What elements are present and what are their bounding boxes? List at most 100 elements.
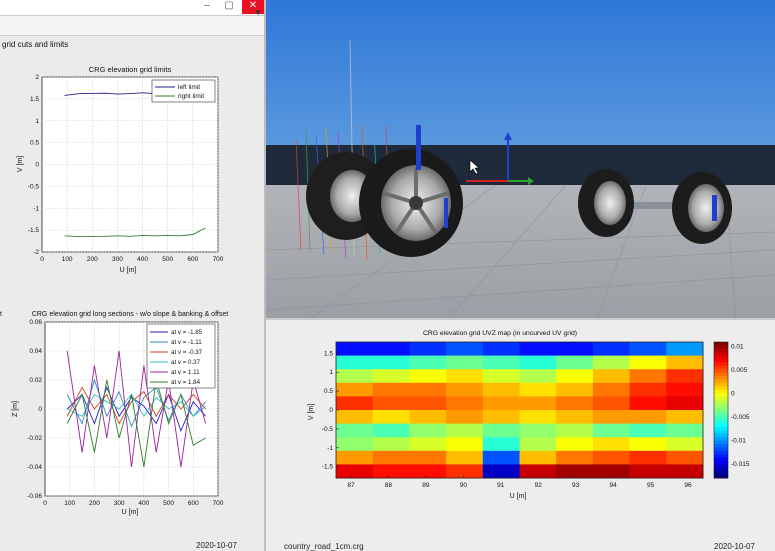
- colorbar-step: [714, 437, 728, 442]
- heatmap-cell: [446, 382, 484, 397]
- x-axis-label: U [m]: [120, 267, 137, 274]
- heatmap-cell: [519, 369, 557, 384]
- colorbar-tick-label: 0: [731, 391, 735, 398]
- heatmap-cell: [556, 423, 594, 438]
- x-tick-label: 200: [89, 500, 100, 507]
- colorbar-step: [714, 440, 728, 445]
- figure-title: grid cuts and limits: [2, 40, 69, 49]
- heatmap-cell: [409, 423, 447, 438]
- heatmap-cell: [666, 369, 704, 384]
- heatmap-cell: [336, 410, 374, 425]
- heatmap-cell: [556, 355, 594, 370]
- maximize-button[interactable]: ▢: [218, 0, 240, 14]
- y-axis-label: Z [m]: [12, 401, 19, 417]
- heatmap-cell: [666, 396, 704, 411]
- colorbar-step: [714, 416, 728, 421]
- figure-window-grid-cuts: – ▢ ✕ ▼ grid cuts and limits CRG elevati…: [0, 0, 266, 551]
- colorbar-step: [714, 379, 728, 384]
- x-tick-label: 96: [684, 482, 692, 489]
- x-tick-label: 300: [114, 500, 125, 507]
- heatmap-cell: [592, 369, 631, 384]
- heatmap-cell: [372, 464, 410, 479]
- x-tick-label: 94: [610, 482, 618, 489]
- heatmap-cell: [446, 342, 484, 357]
- colorbar-step: [714, 386, 728, 391]
- chart-uvz-map: CRG elevation grid UVZ map (in uncurved …: [308, 330, 750, 500]
- y-tick-label: 1.5: [324, 350, 333, 357]
- heatmap-cell: [409, 464, 447, 479]
- heatmap-cell: [336, 369, 374, 384]
- colorbar: [713, 341, 729, 479]
- colorbar-step: [714, 410, 728, 414]
- y-axis-label: V [m]: [17, 156, 24, 172]
- heatmap-cell: [629, 423, 667, 438]
- heatmap-cell: [519, 410, 557, 425]
- colorbar-step: [714, 382, 728, 387]
- heatmap-cell: [629, 450, 667, 465]
- heatmap-cell: [519, 396, 557, 411]
- heatmap-cell: [666, 382, 704, 397]
- x-tick-label: 93: [572, 482, 580, 489]
- heatmap-cell: [592, 355, 631, 370]
- status-file: country_road_1cm.crg: [284, 542, 364, 551]
- heatmap-cell: [482, 369, 520, 384]
- colorbar-step: [714, 457, 728, 462]
- heatmap-cell: [409, 342, 447, 357]
- clipped-label: t: [0, 311, 2, 318]
- colorbar-step: [714, 393, 728, 397]
- heatmap-cell: [629, 342, 667, 357]
- x-tick-label: 0: [43, 500, 47, 507]
- heatmap-cell: [372, 423, 410, 438]
- heatmap-cell: [482, 464, 520, 479]
- heatmap-cell: [482, 342, 520, 357]
- heatmap-cell: [409, 355, 447, 370]
- x-tick-label: 600: [187, 256, 198, 263]
- colorbar-step: [714, 420, 728, 425]
- figure-window-uvz-map: CRG elevation grid UVZ map (in uncurved …: [266, 318, 775, 551]
- colorbar-step: [714, 355, 728, 360]
- x-tick-label: 100: [62, 256, 73, 263]
- legend-label: right limit: [178, 93, 204, 100]
- x-tick-label: 400: [137, 256, 148, 263]
- vehicle-3d-view[interactable]: [266, 0, 775, 322]
- x-tick-label: 92: [535, 482, 543, 489]
- colorbar-step: [714, 345, 728, 350]
- y-tick-label: 2: [35, 74, 39, 81]
- heatmap-cell: [409, 410, 447, 425]
- heatmap-cell: [519, 342, 557, 357]
- heatmap-cell: [666, 342, 704, 357]
- heatmap-cell: [482, 437, 520, 452]
- minimize-button[interactable]: –: [196, 0, 218, 14]
- colorbar-tick-label: -0.015: [731, 461, 750, 468]
- heatmap-cell: [629, 369, 667, 384]
- heatmap-cell: [556, 464, 594, 479]
- heatmap-cell: [409, 369, 447, 384]
- heatmap-cell: [446, 355, 484, 370]
- y-tick-label: 0: [329, 407, 333, 414]
- heatmap-cell: [336, 342, 374, 357]
- colorbar-step: [714, 461, 728, 465]
- sky: [266, 0, 775, 145]
- heatmap-cell: [629, 355, 667, 370]
- heatmap-cell: [482, 355, 520, 370]
- heatmap-cell: [556, 396, 594, 411]
- colorbar-tick-label: -0.005: [731, 414, 750, 421]
- colorbar-step: [714, 467, 728, 472]
- colorbar-step: [714, 399, 728, 404]
- window-titlebar[interactable]: – ▢ ✕ ▼: [0, 0, 264, 17]
- heatmap-cell: [519, 437, 557, 452]
- colorbar-step: [714, 359, 728, 363]
- legend: left limit right limit: [151, 79, 216, 103]
- colorbar-step: [714, 369, 728, 374]
- colorbar-step: [714, 413, 728, 418]
- heatmap-cell: [336, 464, 374, 479]
- chart-grid-limits: CRG elevation grid limits 2 1.5 1 0.5 0 -0.5 -…: [17, 65, 224, 274]
- y-tick-label: -1: [327, 445, 333, 452]
- x-tick-label: 91: [497, 482, 505, 489]
- x-axis-label: U [m]: [510, 493, 527, 500]
- legend-label: at v = 0.37: [171, 359, 201, 366]
- y-tick-label: 0.5: [30, 140, 39, 147]
- x-tick-label: 88: [385, 482, 393, 489]
- x-tick-label: 95: [647, 482, 655, 489]
- colorbar-tick-label: -0.01: [731, 437, 746, 444]
